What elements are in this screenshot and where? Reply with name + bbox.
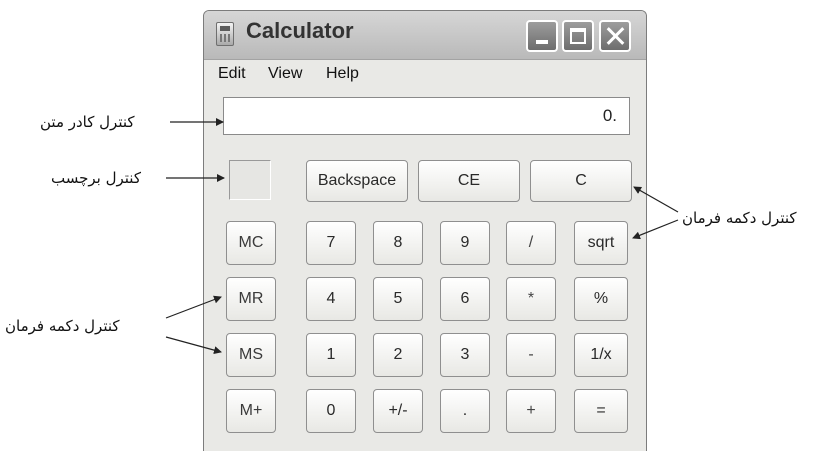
arrow-to-ms-button [165,336,222,355]
callout-arrows [165,118,679,355]
arrow-to-sqrt-button [632,219,679,240]
arrow-to-mr-button [165,295,222,319]
arrow-to-c-button [633,186,679,213]
